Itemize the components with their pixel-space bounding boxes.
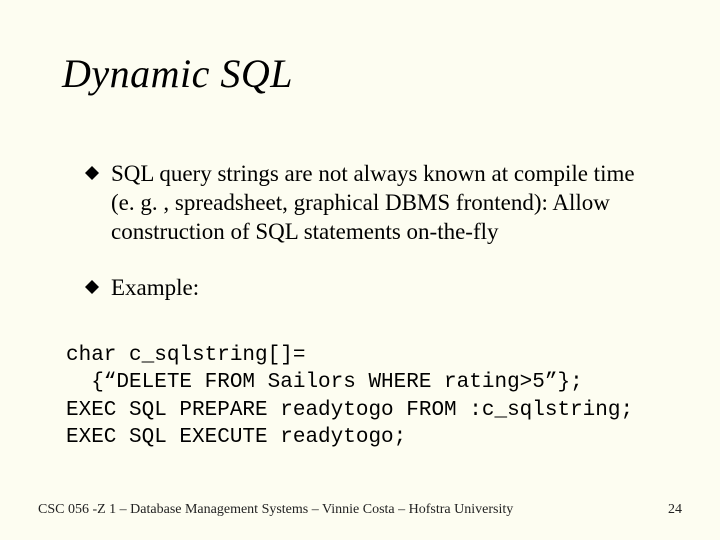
diamond-bullet-icon	[85, 166, 99, 180]
bullet-text: Example:	[111, 274, 199, 303]
bullet-item: SQL query strings are not always known a…	[85, 160, 645, 246]
bullet-text: SQL query strings are not always known a…	[111, 160, 645, 246]
code-block: char c_sqlstring[]= {“DELETE FROM Sailor…	[66, 342, 656, 451]
slide-number: 24	[668, 502, 682, 518]
slide: Dynamic SQL SQL query strings are not al…	[0, 0, 720, 540]
slide-title: Dynamic SQL	[62, 50, 293, 97]
diamond-bullet-icon	[85, 280, 99, 294]
bullet-item: Example:	[85, 274, 645, 303]
slide-body: SQL query strings are not always known a…	[85, 160, 645, 331]
footer-text: CSC 056 -Z 1 – Database Management Syste…	[38, 502, 513, 518]
